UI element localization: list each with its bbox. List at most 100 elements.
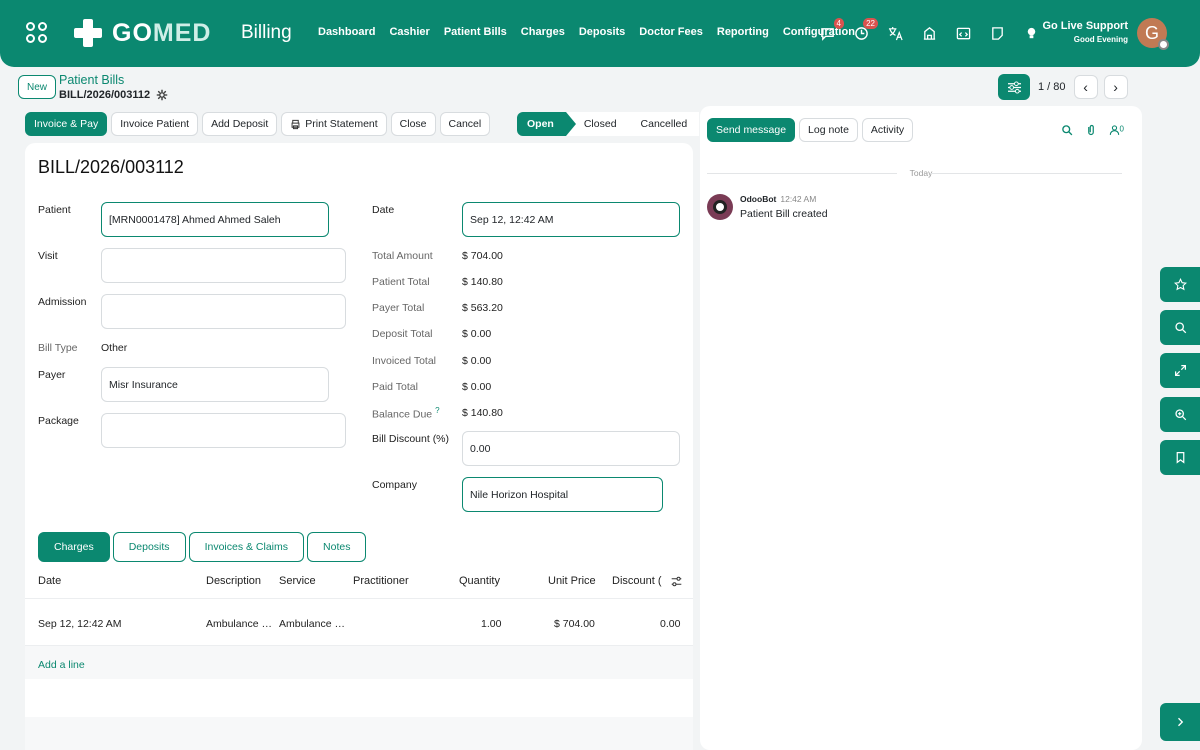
menu-doctor-fees[interactable]: Doctor Fees — [639, 26, 703, 38]
gomed-logo[interactable]: GOMED — [72, 16, 211, 50]
close-button[interactable]: Close — [390, 112, 436, 136]
search-icon[interactable] — [1061, 124, 1073, 136]
pager-next-icon[interactable]: › — [1103, 75, 1128, 99]
invoice-pay-button[interactable]: Invoice & Pay — [25, 112, 108, 136]
lightbulb-icon[interactable] — [1022, 24, 1040, 42]
add-deposit-button[interactable]: Add Deposit — [202, 112, 278, 136]
cancel-button[interactable]: Cancel — [439, 112, 491, 136]
patient-field[interactable]: [MRN0001478] Ahmed Ahmed Saleh — [101, 202, 329, 237]
help-icon[interactable]: ? — [435, 406, 439, 415]
bill-discount-field[interactable]: 0.00 — [462, 431, 680, 466]
activity-badge: 22 — [863, 18, 878, 29]
add-line-link[interactable]: Add a line — [38, 659, 85, 671]
col-service[interactable]: Service — [279, 575, 316, 587]
menu-cashier[interactable]: Cashier — [389, 26, 429, 38]
bill-type-label: Bill Type — [38, 342, 78, 354]
status-dot-icon — [1158, 39, 1169, 50]
menu-charges[interactable]: Charges — [521, 26, 565, 38]
message-author: OdooBot 12:42 AM — [740, 194, 816, 204]
invoice-patient-button[interactable]: Invoice Patient — [111, 112, 199, 136]
total-amount-value: $ 704.00 — [462, 250, 503, 262]
payer-field[interactable]: Misr Insurance — [101, 367, 329, 402]
status-cancelled[interactable]: Cancelled — [626, 112, 700, 136]
total-amount-label: Total Amount — [372, 250, 433, 262]
chatter-icons: 0 — [1061, 124, 1124, 139]
balance-due-value: $ 140.80 — [462, 407, 503, 419]
pager-previous-icon[interactable]: ‹ — [1073, 75, 1098, 99]
tab-invoices-claims[interactable]: Invoices & Claims — [188, 532, 305, 562]
menu-reporting[interactable]: Reporting — [717, 26, 769, 38]
gear-icon[interactable] — [156, 89, 168, 101]
filters-icon[interactable] — [998, 74, 1030, 100]
print-statement-label: Print Statement — [305, 118, 378, 130]
col-discount[interactable]: Discount ( — [612, 575, 662, 587]
breadcrumb-parent[interactable]: Patient Bills — [59, 73, 124, 87]
deposit-total-value: $ 0.00 — [462, 328, 492, 340]
chevron-right-icon[interactable] — [1160, 703, 1200, 741]
star-icon[interactable] — [1160, 267, 1200, 302]
invoiced-total-label: Invoiced Total — [372, 355, 437, 367]
user-avatar[interactable]: G — [1137, 18, 1169, 50]
support-menu[interactable]: Go Live Support Good Evening — [1040, 20, 1128, 44]
paperclip-icon[interactable] — [1085, 124, 1097, 136]
note-icon[interactable] — [988, 24, 1006, 42]
code-window-icon[interactable] — [954, 24, 972, 42]
zoom-in-icon[interactable] — [1160, 397, 1200, 432]
send-message-button[interactable]: Send message — [707, 118, 796, 142]
menu-deposits[interactable]: Deposits — [579, 26, 625, 38]
log-note-button[interactable]: Log note — [799, 118, 858, 142]
pager-value[interactable]: 1 / 80 — [1038, 81, 1066, 93]
paid-total-label: Paid Total — [372, 381, 418, 393]
tab-notes[interactable]: Notes — [307, 532, 367, 562]
building-icon[interactable] — [920, 24, 938, 42]
tab-deposits[interactable]: Deposits — [112, 532, 186, 562]
company-field[interactable]: Nile Horizon Hospital — [462, 477, 663, 512]
brand-go: GO — [112, 18, 153, 47]
activity-button[interactable]: Activity — [861, 118, 914, 142]
menu-dashboard[interactable]: Dashboard — [318, 26, 375, 38]
status-open[interactable]: Open — [517, 112, 576, 136]
user-icon — [1109, 125, 1119, 135]
search-icon[interactable] — [1160, 310, 1200, 345]
bill-type-value[interactable]: Other — [101, 342, 127, 354]
empty-row — [25, 646, 693, 679]
chat-icon[interactable]: 4 — [818, 18, 844, 42]
translate-icon[interactable] — [886, 24, 904, 42]
row-discount: 0.00 — [660, 618, 681, 630]
bookmark-icon[interactable] — [1160, 440, 1200, 475]
apps-menu-icon[interactable] — [26, 22, 48, 44]
company-label: Company — [372, 479, 417, 491]
odoobot-avatar — [707, 194, 733, 220]
tab-charges[interactable]: Charges — [38, 532, 110, 562]
row-quantity: 1.00 — [481, 618, 502, 630]
menu-patient-bills[interactable]: Patient Bills — [444, 26, 507, 38]
col-unit-price[interactable]: Unit Price — [548, 575, 596, 587]
message-time: 12:42 AM — [780, 194, 817, 204]
payer-total-label: Payer Total — [372, 302, 425, 314]
print-statement-button[interactable]: Print Statement — [281, 112, 387, 136]
col-quantity[interactable]: Quantity — [459, 575, 500, 587]
optional-columns-icon[interactable] — [671, 576, 682, 587]
clock-icon[interactable]: 22 — [852, 18, 878, 42]
date-field[interactable]: Sep 12, 12:42 AM — [462, 202, 680, 237]
patient-label: Patient — [38, 204, 71, 216]
new-button[interactable]: New — [18, 75, 57, 99]
col-practitioner[interactable]: Practitioner — [353, 575, 409, 587]
package-field[interactable] — [101, 413, 346, 448]
support-title: Go Live Support — [1042, 20, 1128, 32]
row-date: Sep 12, 12:42 AM — [38, 618, 122, 630]
pager: 1 / 80 ‹ › — [998, 74, 1128, 100]
col-date[interactable]: Date — [38, 575, 61, 587]
table-row[interactable]: Sep 12, 12:42 AM Ambulance … Ambulance …… — [25, 603, 693, 646]
admission-field[interactable] — [101, 294, 346, 329]
app-title: Billing — [241, 22, 292, 43]
package-label: Package — [38, 415, 79, 427]
visit-field[interactable] — [101, 248, 346, 283]
chat-badge: 4 — [833, 18, 844, 29]
main-menu: Dashboard Cashier Patient Bills Charges … — [318, 26, 855, 38]
top-navbar: GOMED Billing Dashboard Cashier Patient … — [0, 0, 1200, 67]
author-name: OdooBot — [740, 194, 777, 204]
followers-button[interactable]: 0 — [1109, 124, 1124, 139]
expand-icon[interactable] — [1160, 353, 1200, 388]
col-description[interactable]: Description — [206, 575, 261, 587]
